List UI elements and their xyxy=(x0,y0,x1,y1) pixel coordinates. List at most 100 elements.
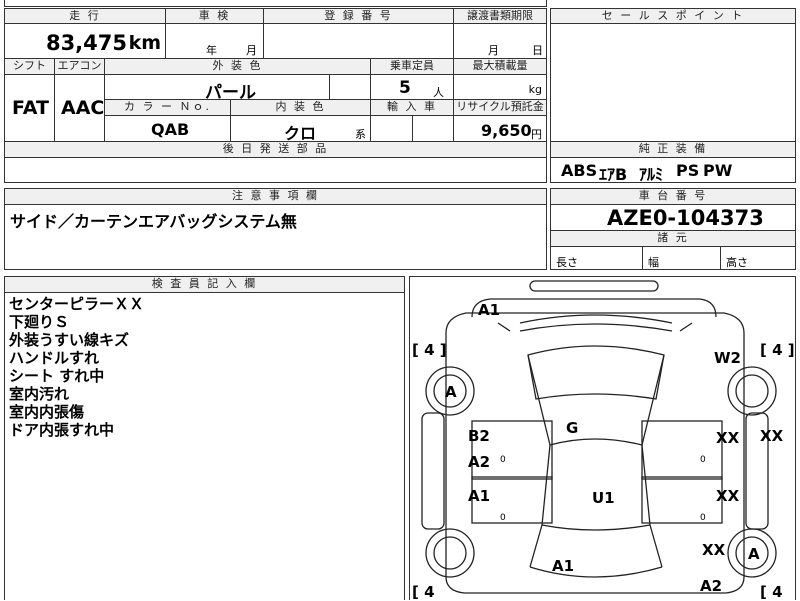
recycle-header: リサイクル預託金 xyxy=(453,99,547,116)
equipment-airbag: ｴｱB xyxy=(599,165,628,184)
spec-length-cell: 長さ xyxy=(550,246,643,270)
spec-width-cell: 幅 xyxy=(642,246,721,270)
inspector-header: 検 査 員 記 入 欄 xyxy=(4,276,405,293)
shift-value: FAT xyxy=(12,97,49,119)
inspector-lines: センターピラーＸＸ 下廻りＳ 外装うすい線キズ ハンドルすれ シート すれ中 室… xyxy=(9,295,144,439)
chassis-box: AZE0-104373 xyxy=(550,204,796,231)
equipment-header: 純 正 装 備 xyxy=(550,141,796,158)
import-cell-b xyxy=(412,115,454,142)
mini-mark: 0 xyxy=(500,513,506,523)
damage-a2-bottom: A2 xyxy=(700,577,723,595)
max-load-header: 最大積載量 xyxy=(453,58,547,75)
inspector-line: ドア内張すれ中 xyxy=(9,421,115,439)
car-diagram: A1 W2 [ 4 ] [ 4 ] [ 4 [ 4 A A G B2 A2 A1… xyxy=(409,276,796,601)
notes-header: 注 意 事 項 欄 xyxy=(4,188,547,205)
sales-point-header: セ ー ル ス ポ イ ン ト xyxy=(550,8,796,24)
recycle-fee-value: 9,650 xyxy=(481,121,532,140)
mileage-unit: km xyxy=(128,32,161,54)
damage-w2: W2 xyxy=(714,349,741,367)
inspector-line: センターピラーＸＸ xyxy=(9,295,145,313)
damage-g: G xyxy=(566,419,579,437)
equipment-alloy: ｱﾙﾐ xyxy=(639,165,664,184)
interior-color-cell: クロ 系 xyxy=(230,115,371,143)
interior-color-suffix: 系 xyxy=(355,128,366,141)
parts-box xyxy=(4,157,547,183)
inspector-line: 室内汚れ xyxy=(9,385,70,403)
color-no-cell: QAB xyxy=(104,115,231,142)
inspection-header: 車 検 xyxy=(165,8,264,24)
inspector-line: ハンドルすれ xyxy=(9,349,100,367)
recycle-fee-unit: 円 xyxy=(531,128,542,141)
spec-height-cell: 高さ xyxy=(720,246,796,270)
aircon-header: エアコン xyxy=(54,58,105,75)
transfer-month-unit: 月 xyxy=(488,44,499,57)
mini-mark: 0 xyxy=(700,455,706,465)
specs-header: 諸 元 xyxy=(550,230,796,247)
transfer-deadline-header: 譲渡書類期限 xyxy=(453,8,547,24)
capacity-cell: 5 人 xyxy=(370,74,454,100)
import-header: 輸 入 車 xyxy=(370,99,454,116)
inspector-line: 外装うすい線キズ xyxy=(9,331,130,349)
max-load-unit: kg xyxy=(528,83,542,96)
mileage-header: 走 行 xyxy=(4,8,166,24)
damage-wheel-front-left: A xyxy=(445,383,457,401)
aircon-cell: AAC xyxy=(54,74,105,142)
equipment-pw: PW xyxy=(703,161,733,180)
interior-color-header: 内 装 色 xyxy=(230,99,371,116)
registration-header: 登 録 番 号 xyxy=(263,8,454,24)
spec-height-label: 高さ xyxy=(726,256,748,269)
transfer-day-unit: 日 xyxy=(532,44,543,57)
recycle-cell: 9,650 円 xyxy=(453,115,547,142)
exterior-color-extra xyxy=(329,74,371,100)
mileage-value: 83,475 xyxy=(45,31,127,55)
capacity-value: 5 xyxy=(399,78,411,98)
spec-width-label: 幅 xyxy=(648,256,659,269)
damage-a1-left: A1 xyxy=(468,487,491,505)
equipment-abs: ABS xyxy=(561,161,598,180)
damage-a2-left: A2 xyxy=(468,453,491,471)
transfer-deadline-cell: 月 日 xyxy=(453,23,547,59)
capacity-header: 乗車定員 xyxy=(370,58,454,75)
inspector-line: シート すれ中 xyxy=(9,367,105,385)
inspector-box: センターピラーＸＸ 下廻りＳ 外装うすい線キズ ハンドルすれ シート すれ中 室… xyxy=(4,292,405,600)
inspector-line: 下廻りＳ xyxy=(9,313,70,331)
exterior-color-header: 外 装 色 xyxy=(104,58,371,75)
tire-rear-right: [ 4 xyxy=(760,583,783,601)
max-load-cell: kg xyxy=(453,74,547,100)
top-strip xyxy=(4,0,547,7)
damage-wheel-rear-right: A xyxy=(748,545,760,563)
damage-a1-bottom: A1 xyxy=(552,557,575,575)
registration-cell xyxy=(263,23,454,59)
notes-text: サイド／カーテンエアバッグシステム無 xyxy=(10,212,297,231)
color-no-header: カ ラ ー Ｎｏ. xyxy=(104,99,231,116)
damage-u1: U1 xyxy=(592,489,615,507)
notes-box: サイド／カーテンエアバッグシステム無 xyxy=(4,204,547,270)
import-cell-a xyxy=(370,115,413,142)
inspection-year-unit: 年 xyxy=(206,44,217,57)
damage-xx-right-front: XX xyxy=(716,429,740,447)
mileage-cell: 83,475 km xyxy=(4,23,166,59)
damage-b2: B2 xyxy=(468,427,490,445)
inspection-cell: 年 月 xyxy=(165,23,264,59)
exterior-color-cell: パール xyxy=(104,74,330,103)
tire-rear-left: [ 4 xyxy=(412,583,435,601)
damage-a1-top: A1 xyxy=(478,301,501,319)
tire-front-right: [ 4 ] xyxy=(760,341,795,359)
shift-cell: FAT xyxy=(4,74,55,142)
equipment-ps: PS xyxy=(676,161,700,180)
capacity-unit: 人 xyxy=(433,86,444,99)
tire-front-left: [ 4 ] xyxy=(412,341,447,359)
inspection-month-unit: 月 xyxy=(246,44,257,57)
damage-xx-pillar: XX xyxy=(760,427,784,445)
color-no-value: QAB xyxy=(151,120,190,139)
equipment-box: ABS ｴｱB ｱﾙﾐ PS PW xyxy=(550,157,796,184)
mini-mark: 0 xyxy=(500,455,506,465)
shift-header: シフト xyxy=(4,58,55,75)
damage-xx-right-bottom: XX xyxy=(702,541,726,559)
aircon-value: AAC xyxy=(61,97,105,119)
mini-mark: 0 xyxy=(700,513,706,523)
damage-xx-right-rear: XX xyxy=(716,487,740,505)
inspector-line: 室内内張傷 xyxy=(9,403,85,421)
chassis-header: 車 台 番 号 xyxy=(550,188,796,205)
sales-point-box xyxy=(550,23,796,142)
